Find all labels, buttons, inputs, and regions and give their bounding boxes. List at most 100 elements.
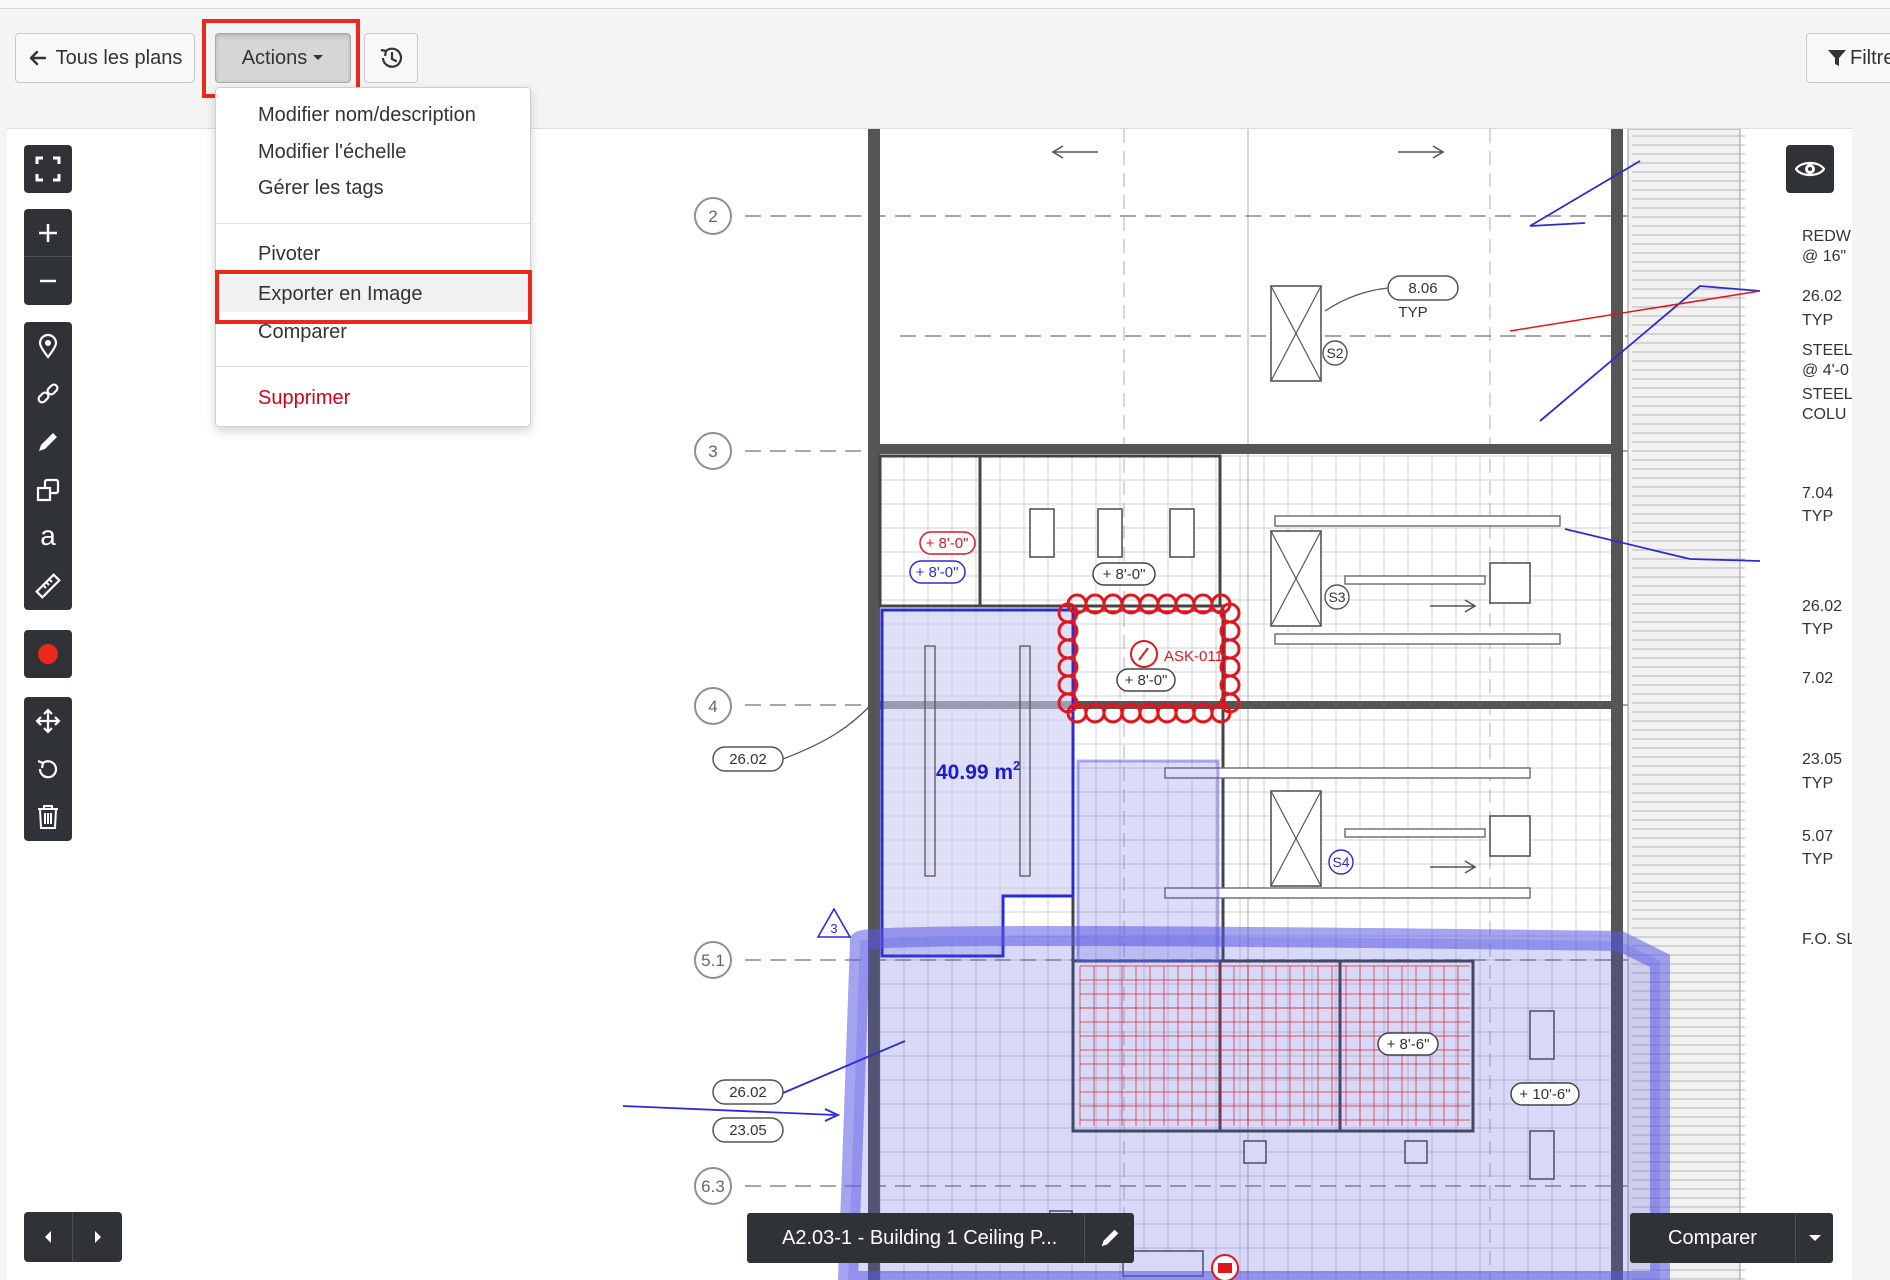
menu-item-edit-name[interactable]: Modifier nom/description: [216, 97, 530, 133]
history-button[interactable]: [364, 33, 418, 83]
shapes-tool[interactable]: [24, 466, 72, 514]
view-toolgroup: [24, 145, 72, 193]
link-icon: [37, 383, 59, 404]
record-button[interactable]: [24, 630, 72, 678]
delete-tool[interactable]: [24, 793, 72, 841]
menu-item-rotate[interactable]: Pivoter: [216, 236, 530, 272]
area-unit-superscript: 2: [1013, 758, 1020, 773]
symbol-label: S2: [1326, 345, 1343, 361]
rotate-tool[interactable]: [24, 745, 72, 793]
filter-button[interactable]: Filtre: [1806, 33, 1890, 83]
detail-tag: 26.02: [729, 751, 767, 768]
menu-item-delete[interactable]: Supprimer: [216, 380, 530, 416]
menu-divider: [216, 223, 530, 224]
area-label: 40.99 m: [936, 761, 1013, 784]
ceiling-height-tag: + 8'-0": [1103, 566, 1146, 583]
text-tool[interactable]: a: [24, 514, 72, 562]
note-text: @ 4'-0: [1802, 362, 1849, 379]
note-text: TYP: [1802, 775, 1833, 792]
note-text: 23.05: [1802, 751, 1842, 768]
grid-label: 3: [708, 442, 717, 461]
note-text: 5.07: [1802, 828, 1833, 845]
previous-page-button[interactable]: [24, 1212, 73, 1262]
pencil-tool[interactable]: [24, 418, 72, 466]
move-icon: [35, 708, 61, 734]
shapes-icon: [36, 478, 60, 502]
symbol-label: S3: [1328, 589, 1345, 605]
history-icon: [380, 47, 403, 68]
chevron-left-icon: [45, 1231, 51, 1243]
ceiling-height-tag: + 8'-0": [1125, 672, 1168, 689]
svg-text:3: 3: [830, 921, 837, 936]
menu-item-edit-scale[interactable]: Modifier l'échelle: [216, 134, 530, 170]
ceiling-height-tag: + 8'-6": [1387, 1036, 1430, 1053]
filter-label: Filtre: [1850, 46, 1890, 69]
fullscreen-button[interactable]: [24, 145, 72, 193]
sheet-name: A2.03-1 - Building 1 Ceiling P...: [782, 1226, 1058, 1249]
note-text: TYP: [1802, 508, 1833, 525]
move-tool[interactable]: [24, 697, 72, 745]
page-navigation: [24, 1212, 122, 1262]
pin-icon: [38, 333, 58, 359]
note-text: 26.02: [1802, 288, 1842, 305]
revision-triangle: 3: [816, 907, 852, 938]
menu-divider: [216, 366, 530, 367]
markup-toolgroup: a: [24, 322, 72, 610]
note-text: STEEL: [1802, 342, 1852, 359]
all-plans-label: Tous les plans: [55, 46, 183, 69]
note-text: STEEL: [1802, 386, 1852, 403]
pin-tool[interactable]: [24, 322, 72, 370]
zoom-out-icon: [40, 279, 56, 283]
grid-label: 6.3: [701, 1177, 725, 1196]
ceiling-height-tag: + 8'-0": [926, 535, 969, 552]
all-plans-button[interactable]: Tous les plans: [15, 33, 195, 83]
issue-marker[interactable]: ASK-011: [1130, 640, 1223, 668]
note-text: 7.04: [1802, 485, 1833, 502]
filter-icon: [1828, 50, 1846, 66]
caret-down-icon: [1808, 1235, 1821, 1241]
note-text: TYP: [1802, 621, 1833, 638]
note-text: 7.02: [1802, 670, 1833, 687]
grid-label: 2: [708, 207, 717, 226]
link-tool[interactable]: [24, 370, 72, 418]
symbol-label: S4: [1332, 854, 1349, 870]
menu-item-manage-tags[interactable]: Gérer les tags: [216, 170, 530, 206]
next-page-button[interactable]: [73, 1212, 122, 1262]
camera-marker[interactable]: [1211, 1254, 1239, 1280]
detail-tag: 26.02: [729, 1084, 767, 1101]
fullscreen-icon: [35, 156, 61, 182]
record-icon: [38, 644, 58, 664]
pencil-icon: [39, 433, 57, 451]
compare-split-button: Comparer: [1630, 1213, 1833, 1263]
note-text: TYP: [1802, 851, 1833, 868]
note-text: 26.02: [1802, 598, 1842, 615]
edit-sheet-button[interactable]: [1084, 1213, 1134, 1263]
record-toolgroup: [24, 630, 72, 678]
note-text: @ 16": [1802, 248, 1846, 265]
detail-tag: 23.05: [729, 1122, 767, 1139]
note-text: TYP: [1802, 312, 1833, 329]
menu-item-export-image[interactable]: Exporter en Image: [216, 276, 530, 312]
trash-icon: [38, 805, 58, 829]
actions-button[interactable]: Actions: [215, 33, 351, 83]
detail-tag: 8.06: [1408, 280, 1437, 297]
compare-dropdown-toggle[interactable]: [1795, 1213, 1833, 1263]
edit-toolgroup: [24, 697, 72, 841]
menu-item-compare[interactable]: Comparer: [216, 314, 530, 350]
note-text: COLU: [1802, 406, 1846, 423]
caret-down-icon: [313, 55, 324, 60]
detail-tag: TYP: [1398, 304, 1427, 321]
zoom-in-button[interactable]: [24, 209, 72, 257]
measure-tool[interactable]: [24, 562, 72, 610]
zoom-in-icon: [39, 223, 57, 242]
zoom-out-button[interactable]: [24, 257, 72, 305]
text-icon: a: [40, 520, 56, 551]
issue-label: ASK-011: [1164, 648, 1223, 665]
grid-label: 5.1: [701, 951, 725, 970]
sheet-name-bar: A2.03-1 - Building 1 Ceiling P...: [747, 1213, 1134, 1263]
zoom-toolgroup: [24, 209, 72, 305]
eye-icon: [1795, 161, 1825, 177]
visibility-toggle-button[interactable]: [1786, 145, 1834, 193]
note-text: REDW: [1802, 228, 1852, 245]
compare-button[interactable]: Comparer: [1630, 1227, 1795, 1250]
